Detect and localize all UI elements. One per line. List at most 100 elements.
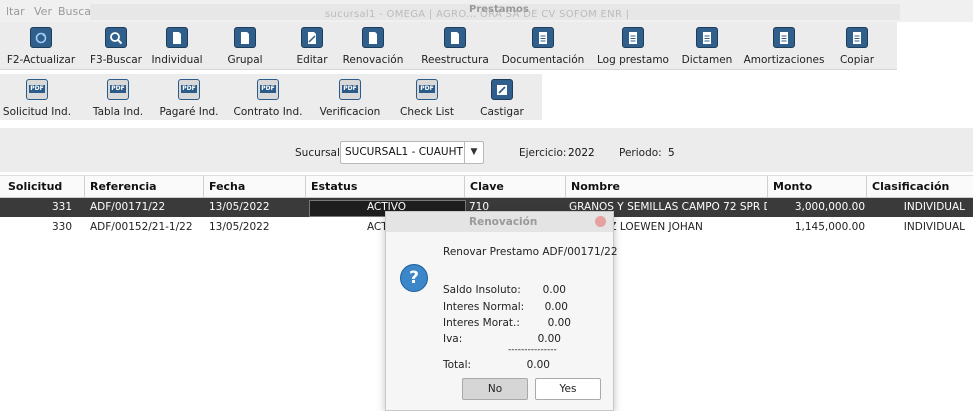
iva-label: Iva: bbox=[443, 333, 463, 345]
column-header-estatus[interactable]: Estatus bbox=[311, 180, 357, 193]
column-header-fecha[interactable]: Fecha bbox=[209, 180, 245, 193]
saldo-value: 0.00 bbox=[542, 284, 566, 296]
contrato-ind-button[interactable]: Contrato Ind. bbox=[232, 74, 304, 118]
documentacion-button-label: Documentación bbox=[501, 54, 585, 66]
refresh-button-label: F2-Actualizar bbox=[6, 54, 76, 66]
question-icon: ? bbox=[400, 264, 428, 292]
periodo-label: Periodo: bbox=[619, 147, 662, 159]
column-header-referencia[interactable]: Referencia bbox=[90, 180, 157, 193]
pagare-ind-button[interactable]: Pagaré Ind. bbox=[156, 74, 222, 118]
cell-monto: 1,145,000.00 bbox=[794, 221, 865, 233]
cell-solicitud: 330 bbox=[51, 221, 72, 233]
dialog-message: Renovar Prestamo ADF/00171/22 bbox=[443, 246, 618, 258]
renovacion-button[interactable]: Renovación bbox=[340, 22, 406, 66]
log-prestamo-button[interactable]: Log prestamo bbox=[596, 22, 670, 66]
renovacion-button-label: Renovación bbox=[342, 54, 404, 66]
interes-morat-label: Interes Morat.: bbox=[443, 317, 520, 329]
periodo-field[interactable]: 5 bbox=[668, 147, 675, 159]
castigar-button-label: Castigar bbox=[480, 106, 524, 118]
column-header-clave[interactable]: Clave bbox=[470, 180, 504, 193]
dictamen-button[interactable]: Dictamen bbox=[680, 22, 734, 66]
cell-clasificacion: INDIVIDUAL bbox=[903, 201, 965, 213]
dialog-title: Renovación bbox=[469, 216, 538, 228]
total-value: 0.00 bbox=[526, 359, 550, 371]
log-prestamo-button-label: Log prestamo bbox=[597, 54, 669, 66]
cell-monto: 3,000,000.00 bbox=[794, 201, 865, 213]
sucursal-select-value: SUCURSAL1 - CUAUHTEMOC bbox=[345, 146, 463, 158]
report-icon bbox=[622, 27, 644, 48]
total-label: Total: bbox=[443, 359, 472, 371]
cell-referencia: ADF/00152/21-1/22 bbox=[90, 221, 193, 233]
edit-icon bbox=[301, 27, 323, 48]
pdf-icon bbox=[107, 79, 129, 100]
close-icon[interactable] bbox=[595, 216, 606, 227]
window-title: Prestamos bbox=[469, 4, 529, 15]
report-icon bbox=[532, 27, 554, 48]
pdf-icon bbox=[339, 79, 361, 100]
amortizaciones-button-label: Amortizaciones bbox=[743, 54, 825, 66]
column-header-solicitud[interactable]: Solicitud bbox=[8, 180, 62, 193]
dictamen-button-label: Dictamen bbox=[681, 54, 733, 66]
documentacion-button[interactable]: Documentación bbox=[500, 22, 586, 66]
tabla-ind-button[interactable]: Tabla Ind. bbox=[90, 74, 146, 118]
solicitud-ind-button[interactable]: Solicitud Ind. bbox=[0, 74, 74, 118]
menu-item-buscar[interactable]: Busca bbox=[58, 5, 91, 18]
sucursal-label: Sucursal: bbox=[295, 147, 344, 159]
copiar-button-label: Copiar bbox=[839, 54, 875, 66]
no-button[interactable]: No bbox=[462, 378, 528, 400]
verificacion-button[interactable]: Verificacion bbox=[318, 74, 382, 118]
reestructura-button-label: Reestructura bbox=[421, 54, 489, 66]
column-header-clasificacion[interactable]: Clasificación bbox=[872, 180, 949, 193]
check-list-button-label: Check List bbox=[400, 106, 454, 118]
total-separator: --------------- bbox=[508, 345, 557, 355]
table-header: Solicitud Referencia Fecha Estatus Clave… bbox=[0, 175, 973, 198]
grupal-button[interactable]: Grupal bbox=[222, 22, 268, 66]
edit-button-label: Editar bbox=[296, 54, 328, 66]
ejercicio-label: Ejercicio: bbox=[519, 147, 567, 159]
tabla-ind-button-label: Tabla Ind. bbox=[92, 106, 144, 118]
search-button[interactable]: F3-Buscar bbox=[86, 22, 146, 66]
interes-morat-value: 0.00 bbox=[547, 317, 571, 329]
chevron-down-icon[interactable]: ▼ bbox=[464, 142, 483, 163]
renovacion-dialog: Renovación ? Renovar Prestamo ADF/00171/… bbox=[385, 211, 618, 411]
amortizaciones-button[interactable]: Amortizaciones bbox=[742, 22, 826, 66]
individual-button-label: Individual bbox=[151, 54, 203, 66]
dialog-title-bar: Renovación bbox=[386, 212, 613, 232]
check-list-button[interactable]: Check List bbox=[398, 74, 456, 118]
cell-referencia: ADF/00171/22 bbox=[90, 201, 166, 213]
report-icon bbox=[773, 27, 795, 48]
pdf-icon bbox=[416, 79, 438, 100]
pdf-icon bbox=[26, 79, 48, 100]
filter-bar bbox=[0, 128, 973, 172]
yes-button[interactable]: Yes bbox=[535, 378, 601, 400]
refresh-icon bbox=[30, 27, 52, 48]
verificacion-button-label: Verificacion bbox=[319, 106, 381, 118]
castigar-button[interactable]: Castigar bbox=[474, 74, 530, 118]
report-icon bbox=[846, 27, 868, 48]
column-header-nombre[interactable]: Nombre bbox=[571, 180, 620, 193]
edit-button[interactable]: Editar bbox=[290, 22, 334, 66]
search-icon bbox=[105, 27, 127, 48]
iva-value: 0.00 bbox=[537, 333, 561, 345]
sucursal-select[interactable]: SUCURSAL1 - CUAUHTEMOC ▼ bbox=[340, 141, 484, 164]
document-icon bbox=[444, 27, 466, 48]
document-icon bbox=[166, 27, 188, 48]
reestructura-button[interactable]: Reestructura bbox=[420, 22, 490, 66]
column-header-monto[interactable]: Monto bbox=[773, 180, 812, 193]
menu-item[interactable]: ltar bbox=[6, 5, 25, 18]
saldo-label: Saldo Insoluto: bbox=[443, 284, 521, 296]
menu-item-ver[interactable]: Ver bbox=[34, 5, 52, 18]
ejercicio-field[interactable]: 2022 bbox=[568, 147, 595, 159]
pdf-icon bbox=[257, 79, 279, 100]
copiar-button[interactable]: Copiar bbox=[836, 22, 878, 66]
report-icon bbox=[696, 27, 718, 48]
search-button-label: F3-Buscar bbox=[90, 54, 142, 66]
interes-normal-value: 0.00 bbox=[544, 301, 568, 313]
refresh-button[interactable]: F2-Actualizar bbox=[4, 22, 78, 66]
document-icon bbox=[234, 27, 256, 48]
cancel-icon bbox=[491, 79, 513, 100]
contrato-ind-button-label: Contrato Ind. bbox=[233, 106, 303, 118]
individual-button[interactable]: Individual bbox=[151, 22, 203, 66]
toolbar-row-1: F2-Actualizar F3-Buscar Individual Grupa… bbox=[0, 22, 897, 70]
interes-normal-label: Interes Normal: bbox=[443, 301, 525, 313]
